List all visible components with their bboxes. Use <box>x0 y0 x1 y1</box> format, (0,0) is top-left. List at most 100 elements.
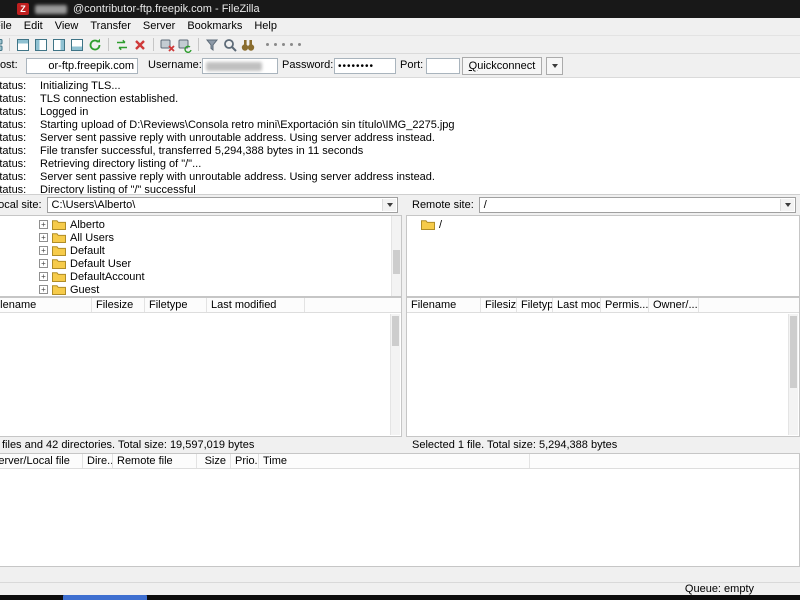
disconnect-icon[interactable] <box>159 37 175 53</box>
refresh-icon[interactable] <box>87 37 103 53</box>
taskbar-item[interactable] <box>63 595 147 600</box>
log-entry: Status: TLS connection established. <box>0 93 800 106</box>
expand-icon[interactable]: + <box>39 259 48 268</box>
log-entry: Status: Directory listing of "/" successf… <box>0 184 800 195</box>
cancel-icon[interactable] <box>132 37 148 53</box>
toggle-queue-icon[interactable] <box>69 37 85 53</box>
column-header[interactable]: Filename <box>407 298 481 312</box>
scrollbar-thumb[interactable] <box>392 316 399 346</box>
titlebar: Z @contributor-ftp.freepik.com - FileZil… <box>0 0 800 18</box>
column-header[interactable]: Dire... <box>83 454 113 468</box>
column-header[interactable]: Time <box>259 454 530 468</box>
log-message: Initializing TLS... <box>40 80 121 92</box>
reconnect-icon[interactable] <box>177 37 193 53</box>
tree-item[interactable]: + All Users <box>0 231 401 244</box>
chevron-down-icon[interactable] <box>382 199 396 211</box>
column-header[interactable]: Filesize <box>92 298 145 312</box>
remote-directory-tree: / <box>406 215 800 297</box>
toggle-remote-tree-icon[interactable] <box>51 37 67 53</box>
column-header[interactable]: Last modified <box>207 298 305 312</box>
dot-icon <box>298 43 301 46</box>
tree-item[interactable]: + Default <box>0 244 401 257</box>
column-header[interactable]: Owner/... <box>649 298 699 312</box>
expand-icon[interactable]: + <box>39 285 48 294</box>
filter-icon[interactable] <box>204 37 220 53</box>
menu-view[interactable]: View <box>49 18 85 35</box>
scrollbar-thumb[interactable] <box>790 316 797 388</box>
local-site-select[interactable]: C:\Users\Alberto\ <box>46 197 398 213</box>
toolbar-separator <box>198 38 199 51</box>
local-site-value: C:\Users\Alberto\ <box>51 199 136 211</box>
filezilla-window: Z @contributor-ftp.freepik.com - FileZil… <box>0 0 800 600</box>
port-input[interactable] <box>426 58 460 74</box>
remote-site-bar: Remote site: / <box>406 195 800 215</box>
folder-icon <box>52 258 66 269</box>
chevron-down-icon[interactable] <box>780 199 794 211</box>
menu-transfer[interactable]: Transfer <box>84 18 137 35</box>
message-log: Status: Initializing TLS... Status: TLS con… <box>0 78 800 195</box>
tree-item-label: Default User <box>70 257 132 270</box>
compare-icon[interactable] <box>222 37 238 53</box>
tree-item[interactable]: + DefaultAccount <box>0 270 401 283</box>
tree-item-label: / <box>439 218 443 231</box>
remote-tree-body: / <box>407 218 799 231</box>
username-input[interactable] <box>202 58 278 74</box>
toggle-local-tree-icon[interactable] <box>33 37 49 53</box>
log-message: Server sent passive reply with unroutabl… <box>40 171 435 183</box>
host-input[interactable]: or-ftp.freepik.com <box>26 58 138 74</box>
menu-bookmarks[interactable]: Bookmarks <box>181 18 248 35</box>
column-header[interactable]: Filename <box>0 298 92 312</box>
log-entry: Status: Server sent passive reply with un… <box>0 171 800 184</box>
password-input[interactable]: •••••••• <box>334 58 396 74</box>
tree-item[interactable]: + Guest <box>0 283 401 296</box>
scrollbar-thumb[interactable] <box>393 250 400 274</box>
expand-icon[interactable]: + <box>39 246 48 255</box>
site-manager-icon[interactable] <box>0 37 4 53</box>
expand-icon[interactable]: + <box>39 220 48 229</box>
expand-icon[interactable]: + <box>39 272 48 281</box>
tree-item[interactable]: + Default User <box>0 257 401 270</box>
tree-item[interactable]: + Alberto <box>0 218 401 231</box>
column-header[interactable]: Permis... <box>601 298 649 312</box>
column-header[interactable]: Filetype <box>145 298 207 312</box>
remote-site-value: / <box>483 199 487 211</box>
log-status-label: Status: <box>0 184 27 195</box>
log-entry: Status: Initializing TLS... <box>0 80 800 93</box>
local-status-text: files and 42 directories. Total size: 19… <box>0 437 402 453</box>
column-header[interactable]: Prio... <box>231 454 259 468</box>
remote-site-select[interactable]: / <box>478 197 796 213</box>
redacted-username-field-blur <box>206 61 262 71</box>
tree-item[interactable]: / <box>407 218 799 231</box>
column-header[interactable]: Size <box>197 454 231 468</box>
remote-list-scrollbar[interactable] <box>788 314 798 435</box>
dot-icon <box>274 43 277 46</box>
log-entry: Status: Retrieving directory listing of "… <box>0 158 800 171</box>
find-icon[interactable] <box>240 37 256 53</box>
local-list-scrollbar[interactable] <box>390 314 400 435</box>
menu-help[interactable]: Help <box>248 18 283 35</box>
tree-item-label: DefaultAccount <box>70 270 145 283</box>
column-header[interactable]: Filesize <box>481 298 517 312</box>
column-header[interactable]: Last mod... <box>553 298 601 312</box>
quickconnect-button[interactable]: Quickconnect <box>462 57 542 75</box>
tree-item-label: Guest <box>70 283 100 296</box>
redacted-username-blur <box>35 4 67 14</box>
toggle-log-icon[interactable] <box>15 37 31 53</box>
menu-file[interactable]: File <box>0 18 18 35</box>
log-message: TLS connection established. <box>40 93 179 105</box>
column-header-fill <box>530 454 800 468</box>
toolbar-separator <box>153 38 154 51</box>
menu-server[interactable]: Server <box>137 18 181 35</box>
column-header[interactable]: Filetype <box>517 298 553 312</box>
local-site-label: Local site: <box>0 199 42 211</box>
folder-icon <box>52 232 66 243</box>
process-queue-icon[interactable] <box>114 37 130 53</box>
expand-icon[interactable]: + <box>39 233 48 242</box>
quickconnect-dropdown-button[interactable] <box>546 57 563 75</box>
column-header[interactable]: Server/Local file <box>0 454 83 468</box>
window-title: @contributor-ftp.freepik.com - FileZilla <box>73 3 260 15</box>
local-tree-scrollbar[interactable] <box>391 216 401 296</box>
column-header[interactable]: Remote file <box>113 454 197 468</box>
menu-edit[interactable]: Edit <box>18 18 49 35</box>
log-status-label: Status: <box>0 158 27 170</box>
